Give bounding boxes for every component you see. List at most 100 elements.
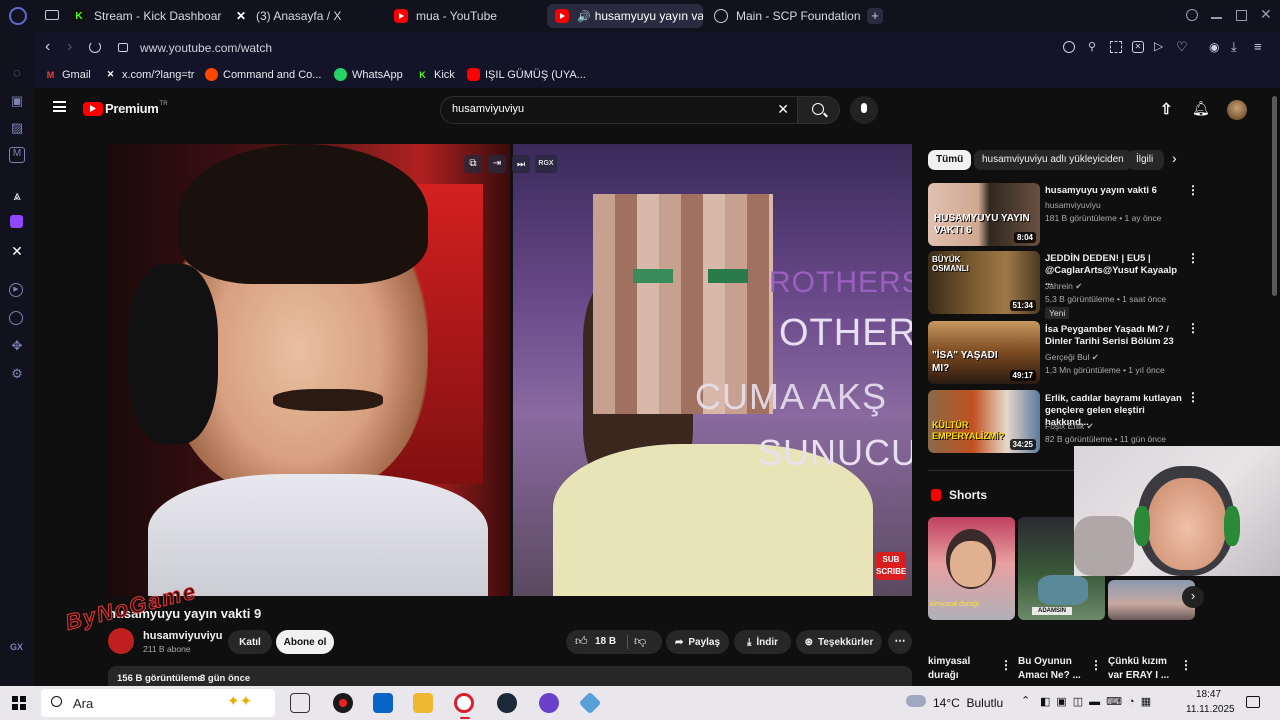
tab-youtube-mua[interactable]: mua - YouTube [394,4,539,28]
search-tabs-icon[interactable] [1186,9,1198,21]
minimize-button[interactable] [1211,17,1222,19]
rec-channel[interactable]: husamviyuviyu [1045,200,1101,210]
tray-icons[interactable]: ◧▣◫▬⌨◔▦ [1040,695,1157,708]
rec-thumbnail[interactable]: HUSAMYUYU YAYIN VAKTI 6 8:04 [928,183,1040,246]
page-scrollbar[interactable] [1272,96,1277,296]
clock-time[interactable]: 18:47 [1196,689,1221,700]
rec-more-icon[interactable]: ⋮ [1187,321,1199,335]
rec-thumbnail[interactable]: "İSA" YAŞADI MI? 49:17 [928,321,1040,384]
bookmark-reddit[interactable]: Command and Co... [205,68,321,81]
rec-thumbnail[interactable]: KÜLTÜR EMPERYALİZMİ? 34:25 [928,390,1040,453]
short-more-icon[interactable]: ⋮ [1000,658,1012,672]
notification-center-icon[interactable] [1246,696,1260,708]
extensions-icon[interactable]: ✥ [9,338,25,354]
youtube-logo[interactable]: Premium TR [83,101,168,116]
snapshot-icon[interactable] [1110,41,1122,53]
steam-icon[interactable] [497,693,517,713]
chip-all[interactable]: Tümü [928,150,972,170]
aria-icon[interactable]: ◌ [9,65,25,81]
gx-label[interactable]: GX [10,642,23,652]
subscribe-button[interactable]: Abone ol [276,630,334,654]
crypto-wallet-icon[interactable]: ▣ [9,93,25,109]
clear-search-icon[interactable]: ✕ [777,101,789,118]
description-box[interactable]: 156 B görüntüleme 3 gün önce [108,666,912,686]
account-icon[interactable]: ◉ [1209,40,1219,54]
voice-search-button[interactable] [850,96,878,124]
tab-x-home[interactable]: ✕ (3) Anasayfa / X [234,4,384,28]
bookmark-kick[interactable]: K Kick [416,68,455,81]
account-avatar[interactable] [1227,100,1247,120]
rec-more-icon[interactable]: ⋮ [1187,390,1199,404]
back-button[interactable]: ‹ [45,38,50,56]
twitch-icon[interactable] [10,215,23,228]
rec-title[interactable]: İsa Peygamber Yaşadı Mı? / Dinler Tarihi… [1045,324,1185,348]
share-button[interactable]: ➦ Paylaş [666,630,729,654]
close-window-button[interactable]: ✕ [1260,6,1272,23]
short-title[interactable]: Bu Oyunun Amacı Ne? ... [1018,655,1081,683]
history-icon[interactable] [9,311,23,325]
tab-overview-icon[interactable] [45,10,59,20]
thanks-button[interactable]: ⊛ Teşekkürler [796,630,882,654]
task-view-icon[interactable] [290,693,310,713]
lock-icon[interactable] [118,43,128,52]
menu-icon[interactable]: ≡ [1254,39,1262,54]
short-title[interactable]: kimyasal durağı [928,655,970,683]
url-text[interactable]: www.youtube.com/watch [140,41,272,55]
adblock-icon[interactable]: ✕ [1132,41,1144,53]
weather-text[interactable]: 14°C Bulutlu [933,696,1003,710]
maximize-button[interactable] [1236,10,1247,21]
rec-channel[interactable]: Gerçeği Bul ✔ [1045,352,1099,363]
channel-name[interactable]: husamviyuviyu [143,630,222,642]
bookmark-youtube[interactable]: IŞIL GÜMÜŞ (UYA... [467,68,586,81]
outlook-icon[interactable] [373,693,393,713]
enter-icon[interactable]: ⇥ [488,155,506,173]
gx-corner-icon[interactable]: ▨ [9,120,25,136]
video-player[interactable]: ROTHERS C OTHER CUMA AKŞ SUNUCU SUB SCRI… [108,144,912,596]
rgx-badge[interactable]: RGX [535,155,557,173]
download-button[interactable]: ⤓ İndir [734,630,791,654]
settings-icon[interactable]: ⚙ [9,366,25,382]
like-count[interactable]: 18 B [595,636,616,647]
chip-scroll-right-icon[interactable]: › [1172,150,1177,166]
channel-avatar[interactable] [108,628,134,654]
opera-gx-taskbar-icon[interactable] [333,693,353,713]
chip-related[interactable]: İlgili [1128,150,1164,170]
more-actions-button[interactable]: ⋯ [888,630,912,654]
reload-icon[interactable] [89,41,101,53]
discord-icon[interactable] [539,693,559,713]
opera-taskbar-icon[interactable] [454,693,474,713]
rec-title[interactable]: husamyuyu yayın vakti 6 [1045,185,1185,197]
tray-overflow-icon[interactable]: ⌃ [1021,694,1030,707]
pin-icon[interactable]: ⚲ [1088,40,1096,53]
forward-button[interactable]: › [67,38,72,56]
opera-ai-icon[interactable]: ⩓ [9,188,25,204]
rec-channel[interactable]: Foşix Erlik ✔ [1045,421,1094,432]
tab-scp-foundation[interactable]: Main - SCP Foundation [714,4,864,28]
popout-icon[interactable]: ⧉ [464,155,482,173]
new-tab-button[interactable]: + [867,8,883,24]
taskbar-search-box[interactable]: Ara ✦✦ [41,689,275,717]
notifications-bell-icon[interactable]: 🔔︎ [1192,100,1210,117]
x-sidebar-icon[interactable]: ✕ [9,243,25,259]
rec-channel[interactable]: Jahrein ✔ [1045,281,1082,292]
tab-kick-dashboard[interactable]: K Stream - Kick Dashboard [72,4,222,28]
chip-uploader[interactable]: husamviyuviyu adlı yükleyiciden [974,150,1132,170]
zoom-icon[interactable] [1063,41,1075,53]
speaker-icon[interactable]: 🔊 [577,10,591,23]
like-icon[interactable]: 👍︎ [575,634,588,649]
app-icon[interactable] [578,691,602,715]
downloads-icon[interactable]: ⤓ [1231,39,1237,55]
search-input[interactable]: husamviyuviyu ✕ [440,96,798,124]
upload-icon[interactable]: ⇧ [1160,100,1173,118]
rec-thumbnail[interactable]: BÜYÜK OSMANLI 51:34 [928,251,1040,314]
player-icon[interactable]: ▶ [9,283,23,297]
rec-more-icon[interactable]: ⋮ [1187,183,1199,197]
heart-icon[interactable]: ♡ [1176,39,1188,55]
play-icon[interactable]: ▷ [1154,39,1163,53]
file-explorer-icon[interactable] [413,693,433,713]
short-title[interactable]: Çünkü kızım var ERAY I ... [1108,655,1169,683]
shorts-next-button[interactable]: › [1182,586,1204,608]
join-button[interactable]: Katıl [228,630,272,654]
windows-start-icon[interactable] [12,696,26,710]
messenger-icon[interactable]: M [9,147,25,163]
